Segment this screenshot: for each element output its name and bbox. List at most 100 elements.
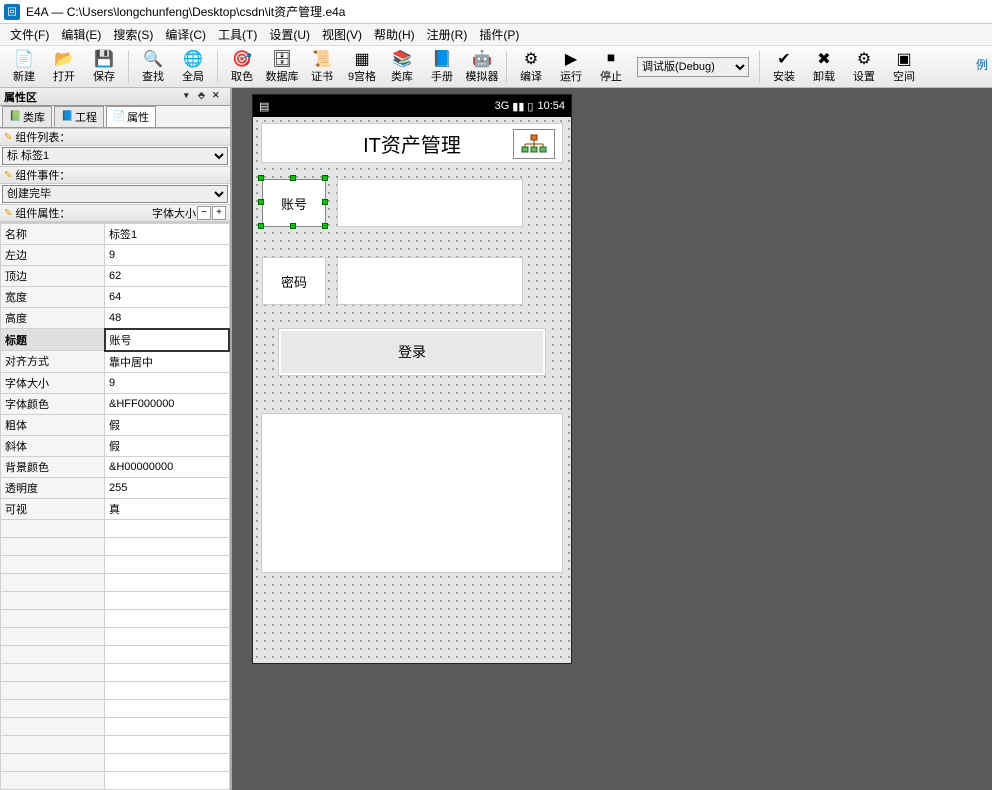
prop-row[interactable]: 透明度255: [1, 477, 230, 498]
username-input[interactable]: [337, 179, 523, 227]
font-decrease-button[interactable]: −: [197, 206, 211, 220]
prop-value[interactable]: 9: [105, 245, 230, 266]
component-event-label: 组件事件：: [15, 167, 70, 183]
prop-key: 高度: [1, 308, 105, 329]
prop-value[interactable]: 账号: [105, 329, 230, 351]
toolbar-卸载-button[interactable]: ✖卸载: [804, 48, 844, 86]
toolbar-类库-button[interactable]: 📚类库: [382, 48, 422, 86]
menu-item[interactable]: 视图(V): [316, 24, 368, 45]
toolbar-查找-button[interactable]: 🔍查找: [133, 48, 173, 86]
toolbar-模拟器-button[interactable]: 🤖模拟器: [462, 48, 502, 86]
prop-row[interactable]: 字体大小9: [1, 372, 230, 393]
example-link[interactable]: 例: [976, 56, 988, 73]
prop-value[interactable]: 64: [105, 287, 230, 308]
toolbar-数据库-button[interactable]: 🗄数据库: [262, 48, 302, 86]
prop-value[interactable]: 真: [105, 498, 230, 519]
component-list-select[interactable]: 标 标签1: [2, 147, 228, 165]
login-button[interactable]: 登录: [279, 329, 545, 375]
password-input[interactable]: [337, 257, 523, 305]
prop-value[interactable]: &HFF000000: [105, 393, 230, 414]
menu-item[interactable]: 插件(P): [473, 24, 525, 45]
prop-row[interactable]: 顶边62: [1, 266, 230, 287]
prop-row[interactable]: 斜体假: [1, 435, 230, 456]
toolbar-全局-button[interactable]: 🌐全局: [173, 48, 213, 86]
toolbar-保存-button[interactable]: 💾保存: [84, 48, 124, 86]
toolbar-打开-button[interactable]: 📂打开: [44, 48, 84, 86]
prop-value[interactable]: 假: [105, 414, 230, 435]
menu-item[interactable]: 注册(R): [421, 24, 474, 45]
form-design-area[interactable]: IT资产管理 账号: [253, 117, 571, 663]
prop-value[interactable]: 标签1: [105, 224, 230, 245]
resize-handle[interactable]: [258, 175, 264, 181]
toolbar-空间-button[interactable]: ▣空间: [884, 48, 924, 86]
toolbar-设置-button[interactable]: ⚙设置: [844, 48, 884, 86]
resize-handle[interactable]: [258, 199, 264, 205]
menu-item[interactable]: 设置(U): [263, 24, 316, 45]
toolbar-取色-button[interactable]: 🎯取色: [222, 48, 262, 86]
toolbar-手册-button[interactable]: 📘手册: [422, 48, 462, 86]
prop-row[interactable]: 名称标签1: [1, 224, 230, 245]
toolbar-停止-button[interactable]: ⏹停止: [591, 48, 631, 86]
panel-tab-属性[interactable]: 📄属性: [106, 106, 156, 127]
toolbar-新建-button[interactable]: 📄新建: [4, 48, 44, 86]
prop-value[interactable]: &H00000000: [105, 456, 230, 477]
resize-handle[interactable]: [322, 223, 328, 229]
menu-item[interactable]: 搜索(S): [107, 24, 159, 45]
component-list-label: 组件列表：: [15, 129, 70, 145]
prop-row[interactable]: 可视真: [1, 498, 230, 519]
password-label[interactable]: 密码: [262, 257, 326, 305]
menu-item[interactable]: 文件(F): [4, 24, 55, 45]
prop-value[interactable]: 255: [105, 477, 230, 498]
prop-value[interactable]: 9: [105, 372, 230, 393]
resize-handle[interactable]: [290, 223, 296, 229]
prop-key: 名称: [1, 224, 105, 245]
panel-close-icon[interactable]: ✕: [212, 90, 226, 104]
prop-row[interactable]: 背景颜色&H00000000: [1, 456, 230, 477]
prop-value[interactable]: 假: [105, 435, 230, 456]
prop-row[interactable]: 粗体假: [1, 414, 230, 435]
prop-row[interactable]: 高度48: [1, 308, 230, 329]
toolbar-icon: ✔: [775, 50, 793, 68]
toolbar-icon: 🔍: [144, 50, 162, 68]
toolbar-运行-button[interactable]: ▶运行: [551, 48, 591, 86]
wand-icon: ✎: [4, 170, 12, 181]
resize-handle[interactable]: [322, 175, 328, 181]
prop-key: 顶边: [1, 266, 105, 287]
menu-item[interactable]: 工具(T): [212, 24, 263, 45]
panel-tab-工程[interactable]: 📘工程: [54, 106, 104, 127]
resize-handle[interactable]: [290, 175, 296, 181]
component-event-select[interactable]: 创建完毕: [2, 185, 228, 203]
menu-item[interactable]: 帮助(H): [368, 24, 421, 45]
font-increase-button[interactable]: +: [212, 206, 226, 220]
tab-icon: 📗: [9, 111, 21, 123]
tab-icon: 📘: [61, 111, 73, 123]
prop-value[interactable]: 靠中居中: [105, 351, 230, 373]
toolbar: 📄新建📂打开💾保存🔍查找🌐全局🎯取色🗄数据库📜证书▦9宫格📚类库📘手册🤖模拟器⚙…: [0, 46, 992, 88]
toolbar-安装-button[interactable]: ✔安装: [764, 48, 804, 86]
prop-row[interactable]: 对齐方式靠中居中: [1, 351, 230, 373]
prop-row[interactable]: 字体颜色&HFF000000: [1, 393, 230, 414]
menu-item[interactable]: 编译(C): [159, 24, 212, 45]
prop-row[interactable]: 宽度64: [1, 287, 230, 308]
panel-title: 属性区: [4, 89, 37, 105]
toolbar-编译-button[interactable]: ⚙编译: [511, 48, 551, 86]
prop-value[interactable]: 48: [105, 308, 230, 329]
resize-handle[interactable]: [322, 199, 328, 205]
panel-dropdown-icon[interactable]: ▾: [184, 90, 198, 104]
panel-pin-icon[interactable]: ⬘: [198, 90, 212, 104]
build-config-select[interactable]: 调试版(Debug): [637, 57, 749, 77]
prop-value[interactable]: 62: [105, 266, 230, 287]
org-chart-icon[interactable]: [513, 129, 555, 159]
content-area[interactable]: [261, 413, 563, 573]
toolbar-证书-button[interactable]: 📜证书: [302, 48, 342, 86]
font-size-label: 字体大小: [152, 205, 196, 221]
username-label[interactable]: 账号: [262, 179, 326, 227]
resize-handle[interactable]: [258, 223, 264, 229]
prop-row[interactable]: 左边9: [1, 245, 230, 266]
phone-status-bar: ▤ 3G ▮▮ ▯ 10:54: [253, 95, 571, 117]
toolbar-9宫格-button[interactable]: ▦9宫格: [342, 48, 382, 86]
panel-tab-类库[interactable]: 📗类库: [2, 106, 52, 127]
prop-row[interactable]: 标题账号: [1, 329, 230, 351]
menu-item[interactable]: 编辑(E): [55, 24, 107, 45]
designer-canvas[interactable]: ▤ 3G ▮▮ ▯ 10:54 IT资产管理: [232, 88, 992, 790]
